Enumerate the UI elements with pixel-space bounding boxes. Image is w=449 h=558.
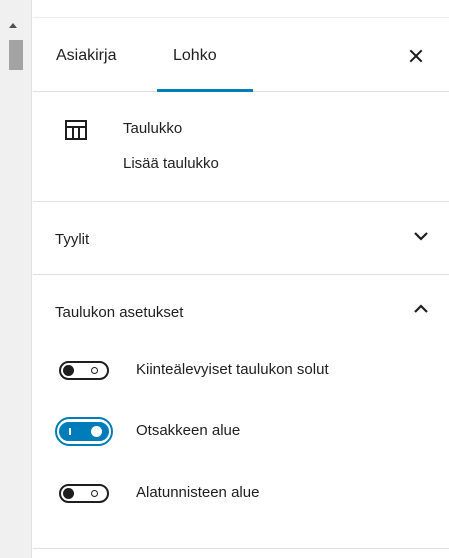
tab-block[interactable]: Lohko (173, 47, 217, 65)
block-description: Lisää taulukko (123, 155, 219, 172)
header-section-toggle[interactable] (55, 417, 113, 446)
table-settings-panel-title: Taulukon asetukset (55, 304, 184, 321)
footer-section-toggle[interactable] (55, 479, 113, 507)
scroll-thumb[interactable] (9, 40, 23, 70)
chevron-up-icon (414, 304, 428, 313)
styles-panel: Tyylit (33, 202, 449, 275)
close-button[interactable] (401, 41, 431, 71)
block-settings-sidebar: Asiakirja Lohko Taulukko Lisää taulukko … (33, 0, 449, 558)
close-icon (409, 49, 423, 63)
footer-section-label[interactable]: Alatunnisteen alue (136, 484, 259, 501)
header-section-row: Otsakkeen alue (33, 417, 449, 457)
fixed-width-cells-row: Kiinteälevyiset taulukon solut (33, 356, 449, 396)
sidebar-tabs: Asiakirja Lohko (33, 17, 449, 92)
tab-document[interactable]: Asiakirja (56, 47, 116, 65)
fixed-width-cells-label[interactable]: Kiinteälevyiset taulukon solut (136, 361, 329, 378)
block-title: Taulukko (123, 120, 183, 137)
chevron-down-icon (414, 232, 428, 241)
footer-section-row: Alatunnisteen alue (33, 479, 449, 519)
scroll-up-arrow-icon[interactable] (9, 23, 17, 28)
block-card: Taulukko Lisää taulukko (33, 92, 449, 202)
table-icon (65, 120, 87, 140)
header-section-label[interactable]: Otsakkeen alue (136, 422, 240, 439)
styles-panel-toggle[interactable]: Tyylit (33, 202, 449, 275)
scrollbar[interactable] (0, 0, 32, 558)
table-settings-panel: Taulukon asetukset Kiinteälevyiset taulu… (33, 275, 449, 549)
table-settings-panel-toggle[interactable]: Taulukon asetukset (33, 275, 449, 348)
styles-panel-title: Tyylit (55, 231, 90, 248)
fixed-width-cells-toggle[interactable] (55, 356, 113, 384)
